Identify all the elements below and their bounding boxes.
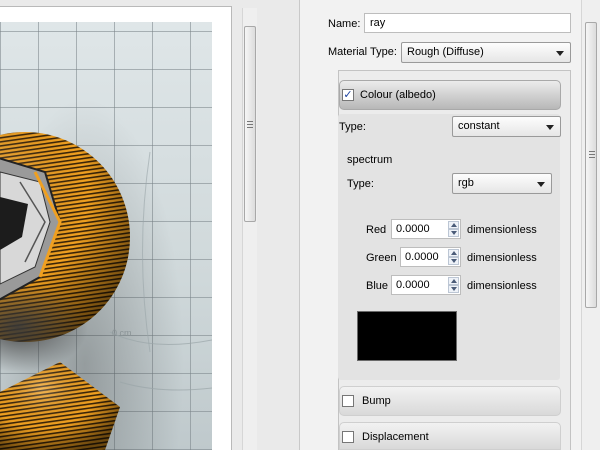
spectrum-heading: spectrum <box>347 154 393 166</box>
colour-checkbox[interactable]: ✓ <box>342 89 354 101</box>
green-value-spinbox[interactable]: 0.0000 <box>400 247 461 267</box>
spectrum-type-label: Type: <box>347 178 374 190</box>
spin-up-icon[interactable] <box>448 277 459 285</box>
viewport-scrollbar-thumb[interactable] <box>244 26 256 222</box>
spin-up-icon[interactable] <box>448 221 459 229</box>
blue-unit: dimensionless <box>467 280 537 292</box>
properties-scrollbar-thumb[interactable] <box>585 22 597 308</box>
material-type-value: Rough (Diffuse) <box>407 46 484 58</box>
green-label: Green <box>366 252 397 264</box>
red-value: 0.0000 <box>396 223 430 235</box>
material-type-select[interactable]: Rough (Diffuse) <box>401 42 571 63</box>
colour-swatch[interactable] <box>357 311 457 361</box>
properties-scrollbar[interactable] <box>581 0 600 450</box>
render-viewport[interactable]: 0 cm <box>0 22 212 450</box>
red-label: Red <box>366 224 387 236</box>
colour-section-header[interactable]: ✓ Colour (albedo) <box>339 80 561 110</box>
displacement-section-title: Displacement <box>362 431 429 443</box>
bump-section-header[interactable]: Bump <box>339 386 561 416</box>
displacement-checkbox[interactable] <box>342 431 354 443</box>
render-image: 0 cm <box>0 132 212 450</box>
chevron-down-icon <box>537 182 545 187</box>
chevron-down-icon <box>546 125 554 130</box>
blue-value: 0.0000 <box>396 279 430 291</box>
colour-type-label: Type: <box>339 121 366 133</box>
material-panel: Name: Material Type: Rough (Diffuse) ✓ C… <box>300 0 600 450</box>
green-value: 0.0000 <box>405 251 439 263</box>
name-label: Name: <box>328 18 361 30</box>
colour-type-value: constant <box>458 120 500 132</box>
colour-section-title: Colour (albedo) <box>360 89 436 101</box>
displacement-section-header[interactable]: Displacement <box>339 422 561 450</box>
bump-section-title: Bump <box>362 395 391 407</box>
blue-value-spinbox[interactable]: 0.0000 <box>391 275 461 295</box>
blue-label: Blue <box>366 280 389 292</box>
red-value-spinbox[interactable]: 0.0000 <box>391 219 461 239</box>
name-input[interactable] <box>364 13 571 33</box>
spin-up-icon[interactable] <box>448 249 459 257</box>
render-pane: 0 cm <box>0 0 260 450</box>
red-unit: dimensionless <box>467 224 537 236</box>
colour-type-select[interactable]: constant <box>452 116 561 137</box>
green-unit: dimensionless <box>467 252 537 264</box>
spin-down-icon[interactable] <box>448 257 459 265</box>
pane-splitter[interactable] <box>260 0 300 450</box>
checkmark-icon: ✓ <box>343 89 353 101</box>
spectrum-type-select[interactable]: rgb <box>452 173 552 194</box>
scale-label: 0 cm <box>112 328 132 338</box>
bump-checkbox[interactable] <box>342 395 354 407</box>
chevron-down-icon <box>556 51 564 56</box>
spectrum-type-value: rgb <box>458 177 474 189</box>
spin-down-icon[interactable] <box>448 285 459 293</box>
spin-down-icon[interactable] <box>448 229 459 237</box>
material-type-label: Material Type: <box>328 46 397 58</box>
viewport-scrollbar[interactable] <box>242 8 257 450</box>
